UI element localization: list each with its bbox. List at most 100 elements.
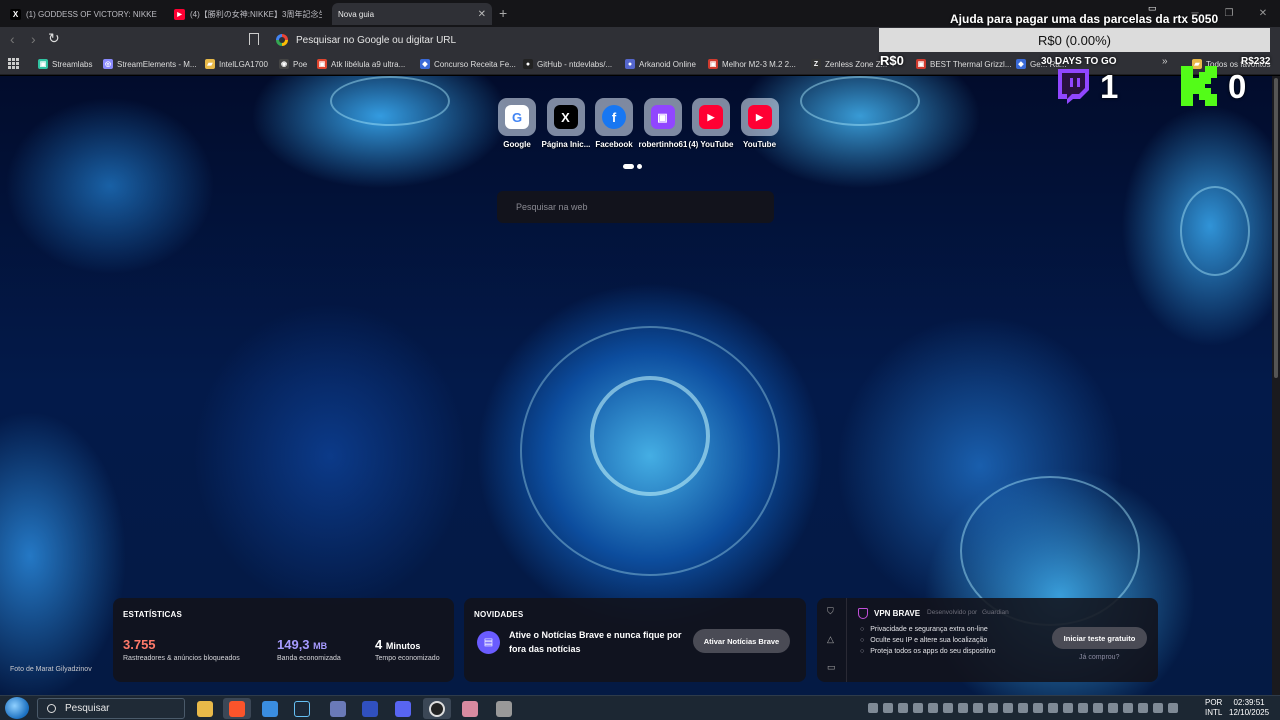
wallpaper-jellyfish <box>590 376 710 496</box>
game-icon[interactable] <box>456 698 484 719</box>
apps-grid-icon[interactable] <box>8 58 19 69</box>
obs-icon[interactable] <box>423 698 451 719</box>
tray-icon[interactable] <box>958 703 968 713</box>
tray-icon[interactable] <box>1063 703 1073 713</box>
enable-news-button[interactable]: Ativar Notícias Brave <box>693 629 790 653</box>
forward-icon[interactable]: › <box>31 31 36 47</box>
stat-time-label: Tempo economizado <box>375 655 440 662</box>
top-site-facebook[interactable]: f Facebook <box>590 98 638 149</box>
tab-new-tab[interactable]: Nova guia ✕ <box>332 3 492 25</box>
app-icon[interactable] <box>324 698 352 719</box>
top-site-youtube[interactable]: ▶ YouTube <box>736 98 784 149</box>
tray-icon[interactable] <box>913 703 923 713</box>
new-tab-page: G Google X Página Inic... f Facebook ▣ r… <box>0 76 1272 695</box>
photo-credit[interactable]: Foto de Marat Gilyadzinov <box>10 666 92 673</box>
new-tab-button[interactable]: + <box>499 5 507 21</box>
bookmark-item[interactable]: ◉ Poe <box>279 57 307 71</box>
bookmark-item[interactable]: ▣ BEST Thermal Grizzl... <box>916 57 1012 71</box>
tray-icon[interactable] <box>1018 703 1028 713</box>
tray-icon[interactable] <box>988 703 998 713</box>
top-site-label: (4) YouTube <box>688 140 734 149</box>
shield-icon[interactable]: ⛉ <box>827 606 834 617</box>
guardian-logo: Guardian <box>982 609 1009 616</box>
vpn-shield-icon <box>858 608 868 619</box>
bookmark-item[interactable]: ▣ Streamlabs <box>38 57 92 71</box>
pager-dot[interactable] <box>637 164 642 169</box>
back-icon[interactable]: ‹ <box>10 31 15 47</box>
steam-icon[interactable] <box>288 698 316 719</box>
tray-icon[interactable] <box>1123 703 1133 713</box>
app-icon[interactable] <box>490 698 518 719</box>
top-site-twitch[interactable]: ▣ robertinho61 <box>639 98 687 149</box>
tab-title: (1) GODDESS OF VICTORY: NIKKE Co <box>26 9 158 19</box>
google-icon: G <box>505 105 529 129</box>
bookmark-item[interactable]: ▰ IntelLGA1700 <box>205 57 268 71</box>
start-trial-button[interactable]: Iniciar teste gratuito <box>1052 627 1147 649</box>
tray-icon[interactable] <box>898 703 908 713</box>
store-icon[interactable] <box>256 698 284 719</box>
bookmark-item[interactable]: ▣ Atk libélula a9 ultra... <box>317 57 405 71</box>
wallpaper-jellyfish <box>330 76 450 126</box>
media-player-icon[interactable] <box>356 698 384 719</box>
tray-icon[interactable] <box>1153 703 1163 713</box>
tray-icon[interactable] <box>1003 703 1013 713</box>
brave-icon[interactable] <box>223 698 251 719</box>
bookmark-item[interactable]: ◎ StreamElements - M... <box>103 57 197 71</box>
top-site-label: YouTube <box>742 140 777 149</box>
tray-icon[interactable] <box>1108 703 1118 713</box>
warning-icon[interactable]: △ <box>827 634 834 645</box>
pager-dot-active[interactable] <box>623 164 634 169</box>
taskbar-search[interactable]: Pesquisar <box>37 698 185 719</box>
tray-icon[interactable] <box>868 703 878 713</box>
video-icon[interactable]: ▭ <box>827 662 836 673</box>
search-placeholder: Pesquisar na web <box>516 202 588 212</box>
more-bookmarks-icon[interactable]: » <box>1162 56 1168 67</box>
page-scrollbar[interactable] <box>1272 76 1280 695</box>
link-icon: ◆ <box>420 59 430 69</box>
top-site-youtube-4[interactable]: ▶ (4) YouTube <box>687 98 735 149</box>
tray-icon[interactable] <box>1138 703 1148 713</box>
clock-time: 02:39:51 <box>1233 698 1265 707</box>
reload-icon[interactable]: ↻ <box>48 30 60 47</box>
stat-bandwidth-unit: MB <box>313 641 328 651</box>
tray-icon[interactable] <box>973 703 983 713</box>
bookmark-item[interactable]: ▣ Melhor M2-3 M.2 2... <box>708 57 796 71</box>
bookmark-label: Streamlabs <box>52 59 93 69</box>
input-language[interactable]: POR INTL <box>1205 698 1222 718</box>
folder-icon: ▰ <box>205 59 215 69</box>
bookmark-item[interactable]: ◆ Concurso Receita Fe... <box>420 57 516 71</box>
close-icon[interactable]: ✕ <box>478 9 486 20</box>
bookmark-item[interactable]: ● GitHub - ntdevlabs/... <box>523 57 612 71</box>
already-purchased-link[interactable]: Já comprou? <box>1079 654 1119 661</box>
start-button[interactable] <box>5 697 29 719</box>
top-site-google[interactable]: G Google <box>493 98 541 149</box>
tray-icon[interactable] <box>883 703 893 713</box>
tray-icon[interactable] <box>1168 703 1178 713</box>
tray-icon[interactable] <box>943 703 953 713</box>
youtube-icon: ▶ <box>699 105 723 129</box>
address-bar[interactable]: Pesquisar no Google ou digitar URL <box>268 30 888 50</box>
bookmark-item[interactable]: Z Zenless Zone Z... <box>811 57 887 71</box>
bookmark-item[interactable]: ● Arkanoid Online <box>625 57 696 71</box>
link-icon: ◆ <box>1016 59 1026 69</box>
scrollbar-thumb[interactable] <box>1274 78 1278 378</box>
language-code: POR <box>1205 698 1223 707</box>
top-site-x[interactable]: X Página Inic... <box>542 98 590 149</box>
tray-icon[interactable] <box>1078 703 1088 713</box>
tray-icon[interactable] <box>928 703 938 713</box>
bookmark-label: Zenless Zone Z... <box>825 59 888 69</box>
tray-icon[interactable] <box>1033 703 1043 713</box>
top-sites-pager[interactable] <box>623 164 642 169</box>
close-window-icon[interactable]: ✕ <box>1246 0 1280 27</box>
file-explorer-icon[interactable] <box>191 698 219 719</box>
clock[interactable]: 02:39:51 12/10/2025 <box>1229 698 1269 718</box>
tab-nikke-youtube[interactable]: ▶ (4)【勝利の女神:NIKKE】3周年記念生 <box>168 3 328 25</box>
tray-icon[interactable] <box>1093 703 1103 713</box>
web-search-box[interactable]: Pesquisar na web <box>497 191 774 223</box>
bookmark-icon[interactable] <box>249 33 259 45</box>
github-icon: ● <box>523 59 533 69</box>
discord-icon[interactable] <box>389 698 417 719</box>
tab-nikke-twitter[interactable]: X (1) GODDESS OF VICTORY: NIKKE Co <box>4 3 164 25</box>
top-site-label: Facebook <box>595 140 633 149</box>
tray-icon[interactable] <box>1048 703 1058 713</box>
